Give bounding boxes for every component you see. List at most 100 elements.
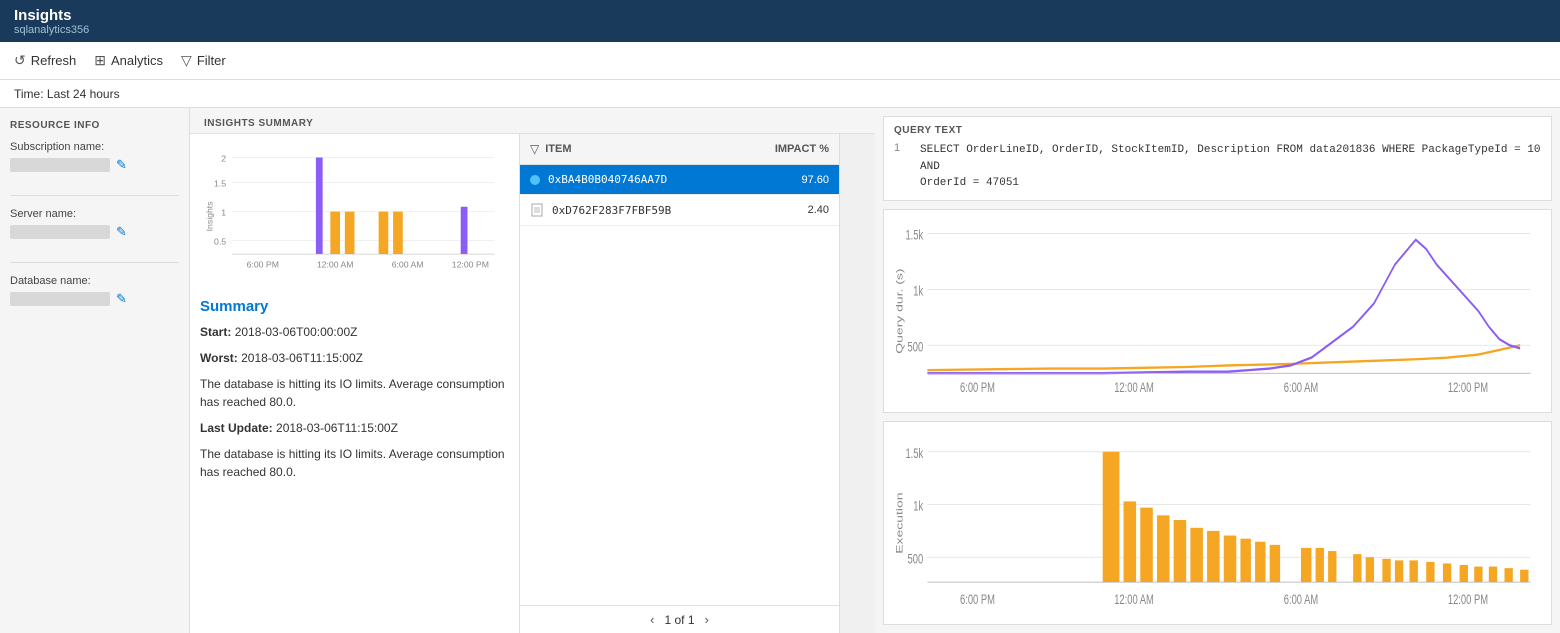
query-line1: SELECT OrderLineID, OrderID, StockItemID… (920, 142, 1541, 175)
item-status-icon (530, 175, 540, 185)
svg-text:12:00 AM: 12:00 AM (1114, 378, 1154, 394)
analytics-label: Analytics (111, 53, 163, 68)
summary-desc2: The database is hitting its IO limits. A… (200, 445, 509, 481)
svg-text:1k: 1k (913, 498, 923, 514)
item-impact: 97.60 (769, 174, 829, 186)
svg-text:6:00 PM: 6:00 PM (960, 378, 995, 394)
subscription-field: Subscription name: ✎ (10, 141, 179, 173)
insights-summary-label: INSIGHTS SUMMARY (190, 108, 875, 134)
item-id: 0xBA4B0B040746AA7D (548, 173, 761, 186)
server-label: Server name: (10, 208, 179, 220)
subscription-value (10, 158, 110, 172)
svg-text:6:00 AM: 6:00 AM (1284, 591, 1318, 607)
items-list: 0xBA4B0B040746AA7D 97.60 0xD762F283F7FBF… (520, 165, 839, 605)
prev-page-button[interactable]: ‹ (650, 612, 654, 627)
svg-text:6:00 PM: 6:00 PM (247, 260, 279, 270)
svg-text:12:00 PM: 12:00 PM (1448, 378, 1488, 394)
svg-text:12:00 AM: 12:00 AM (317, 260, 354, 270)
app-subtitle: sqlanalytics356 (14, 24, 1546, 36)
server-field: Server name: ✎ (10, 208, 179, 240)
query-duration-chart-box: 1.5k 1k 500 Query dur. (s) (883, 209, 1552, 413)
summary-area: Summary Start: 2018-03-06T00:00:00Z Wors… (200, 294, 509, 623)
svg-text:6:00 AM: 6:00 AM (1284, 378, 1318, 394)
refresh-icon: ↺ (14, 52, 26, 69)
doc-icon (530, 203, 544, 217)
svg-text:6:00 AM: 6:00 AM (392, 260, 424, 270)
refresh-label: Refresh (31, 53, 77, 68)
start-value: 2018-03-06T00:00:00Z (235, 325, 358, 339)
worst-value: 2018-03-06T11:15:00Z (241, 351, 363, 365)
svg-text:12:00 PM: 12:00 PM (452, 260, 489, 270)
app-title: Insights (14, 7, 1546, 24)
query-text-section: QUERY TEXT 1 SELECT OrderLineID, OrderID… (883, 116, 1552, 201)
app-header: Insights sqlanalytics356 (0, 0, 1560, 42)
svg-text:2: 2 (221, 153, 226, 163)
query-text-row: 1 SELECT OrderLineID, OrderID, StockItem… (894, 142, 1541, 192)
analytics-icon: ⊞ (94, 52, 106, 69)
database-edit-icon[interactable]: ✎ (116, 291, 127, 307)
server-value (10, 225, 110, 239)
insights-chart-area: 2 1.5 1 0.5 Insights (200, 144, 509, 294)
database-label: Database name: (10, 275, 179, 287)
page-info: 1 of 1 (664, 613, 694, 627)
right-panel: QUERY TEXT 1 SELECT OrderLineID, OrderID… (875, 108, 1560, 633)
resource-info-label: RESOURCE INFO (10, 120, 179, 131)
database-field: Database name: ✎ (10, 275, 179, 307)
toolbar: ↺ Refresh ⊞ Analytics ▽ Filter (0, 42, 1560, 80)
server-edit-icon[interactable]: ✎ (116, 224, 127, 240)
funnel-icon: ▽ (530, 142, 539, 156)
analytics-button[interactable]: ⊞ Analytics (94, 52, 163, 69)
svg-text:500: 500 (908, 550, 924, 566)
summary-worst: Worst: 2018-03-06T11:15:00Z (200, 349, 509, 367)
svg-text:Execution: Execution (894, 492, 905, 553)
svg-text:12:00 AM: 12:00 AM (1114, 591, 1154, 607)
main-layout: RESOURCE INFO Subscription name: ✎ Serve… (0, 108, 1560, 633)
svg-text:500: 500 (908, 338, 924, 354)
next-page-button[interactable]: › (705, 612, 709, 627)
items-header: ▽ ITEM IMPACT % (520, 134, 839, 165)
insights-chart: 2 1.5 1 0.5 Insights (200, 144, 509, 284)
svg-text:0.5: 0.5 (214, 236, 226, 246)
left-sidebar: RESOURCE INFO Subscription name: ✎ Serve… (0, 108, 190, 633)
summary-last-update: Last Update: 2018-03-06T11:15:00Z (200, 419, 509, 437)
svg-text:Insights: Insights (205, 201, 215, 232)
svg-text:1: 1 (221, 207, 226, 217)
chart-summary-panel: 2 1.5 1 0.5 Insights (190, 134, 520, 633)
execution-chart: 1.5k 1k 500 Execution (894, 430, 1541, 616)
svg-text:1.5: 1.5 (214, 178, 226, 188)
time-bar: Time: Last 24 hours (0, 80, 1560, 108)
center-panel: INSIGHTS SUMMARY 2 1.5 1 0.5 Insights (190, 108, 875, 633)
impact-col-header: IMPACT % (749, 143, 829, 155)
last-update-value: 2018-03-06T11:15:00Z (276, 421, 398, 435)
svg-text:1.5k: 1.5k (905, 226, 923, 242)
query-text-label: QUERY TEXT (894, 125, 1541, 136)
time-label: Time: Last 24 hours (14, 87, 120, 101)
database-value (10, 292, 110, 306)
filter-label: Filter (197, 53, 226, 68)
svg-text:Query dur. (s): Query dur. (s) (894, 268, 905, 353)
worst-label: Worst: (200, 351, 238, 365)
items-footer: ‹ 1 of 1 › (520, 605, 839, 633)
line-number: 1 (894, 142, 910, 154)
svg-text:6:00 PM: 6:00 PM (960, 591, 995, 607)
refresh-button[interactable]: ↺ Refresh (14, 52, 76, 69)
charts-container: 1.5k 1k 500 Query dur. (s) (875, 209, 1560, 633)
subscription-edit-icon[interactable]: ✎ (116, 157, 127, 173)
query-line2: OrderId = 47051 (920, 175, 1541, 192)
svg-text:1k: 1k (913, 282, 923, 298)
summary-start: Start: 2018-03-06T00:00:00Z (200, 323, 509, 341)
items-panel: ▽ ITEM IMPACT % 0xBA4B0B040746AA7D 97.60 (520, 134, 840, 633)
summary-desc1: The database is hitting its IO limits. A… (200, 375, 509, 411)
svg-text:12:00 PM: 12:00 PM (1448, 591, 1488, 607)
last-update-label: Last Update: (200, 421, 273, 435)
subscription-label: Subscription name: (10, 141, 179, 153)
item-col-header: ITEM (545, 143, 743, 155)
item-impact: 2.40 (769, 204, 829, 216)
query-duration-chart: 1.5k 1k 500 Query dur. (s) (894, 218, 1541, 404)
center-content: 2 1.5 1 0.5 Insights (190, 134, 875, 633)
item-id: 0xD762F283F7FBF59B (552, 204, 761, 217)
filter-icon: ▽ (181, 52, 192, 69)
list-item[interactable]: 0xBA4B0B040746AA7D 97.60 (520, 165, 839, 195)
list-item[interactable]: 0xD762F283F7FBF59B 2.40 (520, 195, 839, 226)
filter-button[interactable]: ▽ Filter (181, 52, 226, 69)
